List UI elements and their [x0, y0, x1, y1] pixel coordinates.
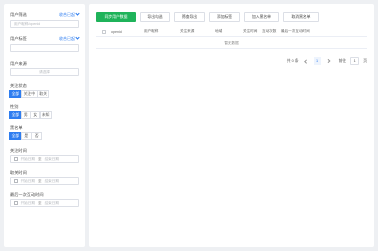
users-table: openid 用户昵称 关注来源 地域 关注时间 互动次数 最后一次互动时间 暂…: [96, 27, 367, 49]
user-tag-collapse-text: 收合已起: [59, 35, 75, 41]
user-tag-label: 用户标签: [10, 35, 27, 41]
unfollow-time-range-picker[interactable]: 开始日期 至 结束日期: [10, 177, 79, 185]
user-filter-input[interactable]: 用户昵称/openid: [10, 20, 79, 28]
chevron-right-icon: [326, 59, 330, 63]
follow-time-separator: 至: [37, 156, 42, 161]
unfollow-time-separator: 至: [37, 178, 42, 183]
goto-page-input[interactable]: 1: [350, 57, 360, 65]
last-interact-section: 最后一次互动时间 开始日期 至 结束日期: [10, 191, 79, 207]
column-header: openid: [111, 29, 122, 34]
blacklist-option[interactable]: 全部: [9, 132, 22, 140]
blacklist-label: 黑名单: [10, 125, 23, 130]
blacklist-option[interactable]: 否: [31, 132, 43, 140]
prev-page-button[interactable]: [303, 57, 310, 65]
toolbar: 同步用户数据 导出勾选 筛查导出 添加标签 加入黑名单 取消黑名单: [96, 12, 367, 22]
user-tag-input[interactable]: [10, 44, 79, 52]
table-header: openid 用户昵称 关注来源 地域 关注时间 互动次数 最后一次互动时间: [96, 27, 367, 37]
blacklist-segment: 全部 是 否: [9, 132, 79, 140]
filter-sidebar: 用户筛选 收合已起 用户昵称/openid 用户标签 收合已起 用户来源 请选择…: [4, 4, 85, 247]
unfollow-time-label: 取关时间: [10, 170, 27, 175]
last-interact-range-picker[interactable]: 开始日期 至 结束日期: [10, 199, 79, 207]
add-blacklist-button[interactable]: 加入黑名单: [244, 12, 279, 22]
follow-time-range-picker[interactable]: 开始日期 至 结束日期: [10, 155, 79, 163]
column-header: 地域: [215, 29, 223, 33]
user-source-placeholder: 请选择: [39, 69, 50, 74]
next-page-button[interactable]: [325, 57, 332, 65]
select-all-checkbox[interactable]: [101, 29, 106, 34]
page-number-current[interactable]: 1: [313, 57, 321, 65]
user-tag-collapse-link[interactable]: 收合已起: [59, 35, 80, 42]
user-source-label: 用户来源: [10, 61, 27, 66]
user-filter-header: 用户筛选 收合已起: [10, 10, 80, 19]
user-filter-collapse-link[interactable]: 收合已起: [59, 11, 80, 18]
follow-status-label: 关注状态: [10, 83, 27, 88]
column-header: 关注来源: [180, 29, 195, 33]
gender-option[interactable]: 全部: [9, 111, 22, 119]
follow-time-start: 开始日期: [20, 156, 35, 161]
last-interact-separator: 至: [37, 200, 42, 205]
last-interact-end: 结束日期: [44, 200, 59, 205]
blacklist-option[interactable]: 是: [20, 132, 32, 140]
follow-time-section: 关注时间 开始日期 至 结束日期: [10, 147, 79, 163]
calendar-icon: [14, 179, 18, 183]
unfollow-time-end: 结束日期: [44, 178, 59, 183]
empty-state: 暂无数据: [96, 37, 367, 49]
user-filter-label: 用户筛选: [10, 11, 27, 17]
gender-section: 性别 全部 男 女 未知: [9, 103, 79, 119]
gender-label: 性别: [10, 104, 19, 109]
user-source-select[interactable]: 请选择: [10, 68, 79, 76]
last-interact-label: 最后一次互动时间: [10, 192, 44, 197]
chevron-down-icon: [75, 11, 80, 16]
blacklist-section: 黑名单 全部 是 否: [9, 124, 79, 140]
goto-label: 前往: [338, 58, 347, 63]
follow-time-label: 关注时间: [10, 148, 27, 153]
add-tag-button[interactable]: 添加标签: [209, 12, 240, 22]
unfollow-time-start: 开始日期: [20, 178, 35, 183]
column-header: 关注时间: [243, 29, 258, 33]
gender-option[interactable]: 未知: [39, 111, 52, 119]
last-interact-start: 开始日期: [20, 200, 35, 205]
calendar-icon: [14, 157, 18, 161]
user-source-section: 用户来源 请选择: [10, 60, 79, 76]
main-panel: 同步用户数据 导出勾选 筛查导出 添加标签 加入黑名单 取消黑名单 openid…: [89, 4, 374, 247]
chevron-left-icon: [304, 59, 308, 63]
column-header: 最后一次互动时间: [281, 29, 310, 33]
follow-status-option[interactable]: 全部: [9, 90, 22, 98]
gender-segment: 全部 男 女 未知: [9, 111, 79, 119]
chevron-down-icon: [75, 35, 80, 40]
follow-status-option[interactable]: 取关: [37, 90, 50, 98]
unfollow-time-section: 取关时间 开始日期 至 结束日期: [10, 169, 79, 185]
follow-status-option[interactable]: 关注中: [20, 90, 38, 98]
user-filter-collapse-text: 收合已起: [59, 11, 75, 17]
user-tag-header: 用户标签 收合已起: [10, 34, 80, 43]
follow-status-segment: 全部 关注中 取关: [9, 90, 79, 98]
select-all-cell: [96, 29, 111, 34]
pagination: 共 0 条 1 前往 1 页: [96, 57, 367, 65]
total-count: 共 0 条: [286, 58, 299, 63]
column-header: 用户昵称: [144, 29, 159, 33]
user-filter-placeholder: 用户昵称/openid: [14, 21, 41, 26]
calendar-icon: [14, 201, 18, 205]
follow-time-end: 结束日期: [44, 156, 59, 161]
export-selected-button[interactable]: 导出勾选: [140, 12, 170, 22]
sync-users-button[interactable]: 同步用户数据: [96, 12, 136, 22]
column-header: 互动次数: [262, 29, 277, 33]
remove-blacklist-button[interactable]: 取消黑名单: [283, 12, 319, 22]
export-filtered-button[interactable]: 筛查导出: [174, 12, 205, 22]
page-suffix: 页: [363, 58, 367, 63]
follow-status-section: 关注状态 全部 关注中 取关: [9, 82, 79, 98]
